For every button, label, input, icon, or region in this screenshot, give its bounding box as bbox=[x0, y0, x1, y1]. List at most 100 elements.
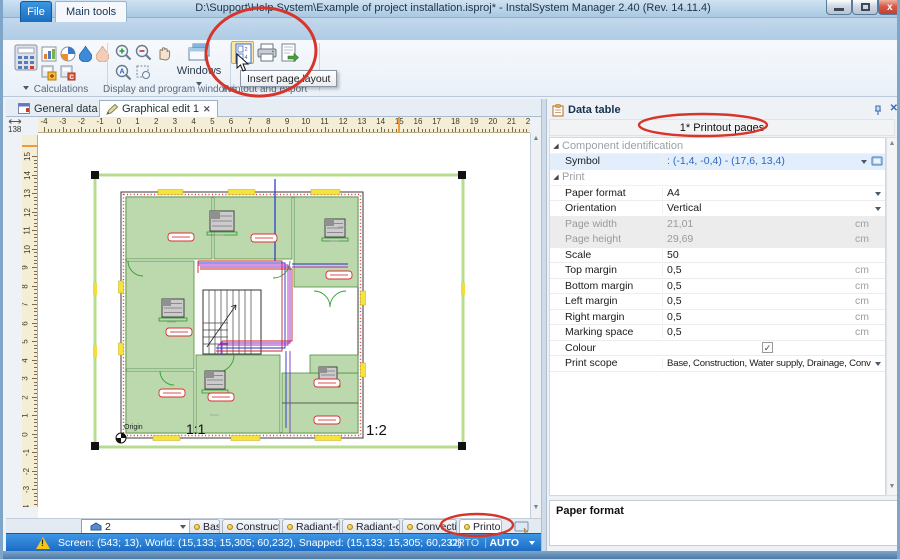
property-row-top-margin[interactable]: Top margin0,5cm bbox=[550, 263, 885, 279]
maximize-button[interactable] bbox=[852, 0, 878, 15]
vertical-ruler: 1514131211109876543210-1-2-3-4 bbox=[22, 135, 38, 507]
property-row-bottom-margin[interactable]: Bottom margin0,5cm bbox=[550, 279, 885, 295]
zoom-all-button[interactable]: A bbox=[115, 64, 132, 86]
staircase bbox=[203, 290, 261, 354]
group-label-display: Display and program windows bbox=[103, 84, 231, 95]
calculator-icon bbox=[13, 44, 39, 72]
water-drop-icon bbox=[79, 46, 92, 62]
ribbon: C Calculations bbox=[3, 40, 900, 97]
property-row-colour[interactable]: Colour✓ bbox=[550, 341, 885, 357]
origin-marker bbox=[116, 433, 126, 443]
screen-link-icon[interactable] bbox=[871, 156, 883, 166]
tab-file[interactable]: File bbox=[20, 1, 52, 22]
tab-main-tools[interactable]: Main tools bbox=[55, 1, 127, 22]
scroll-down-icon[interactable]: ▼ bbox=[531, 504, 541, 511]
pencil-icon bbox=[106, 104, 118, 115]
auto-toggle[interactable]: AUTO bbox=[489, 537, 519, 549]
orto-toggle[interactable]: ORTO bbox=[449, 537, 479, 549]
property-row-page-width: Page width21,01cm bbox=[550, 217, 885, 233]
zoom-selection-button[interactable] bbox=[135, 64, 152, 86]
pan-button[interactable] bbox=[155, 44, 172, 66]
status-bar: Screen: (543; 13), World: (15,133; 15,30… bbox=[6, 533, 541, 551]
windows-icon bbox=[187, 42, 211, 62]
print-button[interactable] bbox=[257, 43, 277, 67]
view-tab-convection[interactable]: Convection bbox=[402, 519, 457, 534]
calc-export-button[interactable]: C bbox=[60, 65, 76, 86]
view-tab-construction[interactable]: Construction bbox=[222, 519, 280, 534]
tab-graphical-edit-label: Graphical edit 1 bbox=[122, 103, 199, 115]
scroll-up-icon[interactable]: ▲ bbox=[887, 140, 897, 147]
zoom-in-icon bbox=[115, 44, 132, 61]
export-file-icon bbox=[280, 43, 299, 62]
view-tab-base[interactable]: Base bbox=[189, 519, 220, 534]
windows-menu-button[interactable]: Windows bbox=[175, 42, 223, 89]
calc-options-button[interactable] bbox=[41, 65, 57, 86]
water-supply-button[interactable] bbox=[79, 46, 92, 67]
close-button[interactable]: x bbox=[878, 0, 900, 15]
group-component-identification[interactable]: ◢Component identification bbox=[550, 138, 885, 154]
panel-close-icon[interactable]: ✕ bbox=[890, 103, 898, 114]
screen-preview-icon[interactable] bbox=[514, 521, 530, 533]
property-row-left-margin[interactable]: Left margin0,5cm bbox=[550, 294, 885, 310]
general-data-icon bbox=[18, 103, 30, 114]
chart-icon bbox=[41, 46, 57, 62]
group-print[interactable]: ◢Print bbox=[550, 170, 885, 186]
property-row-paper-format[interactable]: Paper formatA4 bbox=[550, 186, 885, 202]
drawing-canvas[interactable]: Origin 1:1 1:2 bbox=[38, 133, 530, 518]
layer-bulb-icon bbox=[347, 524, 353, 530]
zoom-in-button[interactable] bbox=[115, 44, 132, 66]
ruler-measure-icon bbox=[8, 118, 22, 125]
insert-page-layout-button[interactable]: 2 4 bbox=[231, 41, 254, 64]
svg-text:4: 4 bbox=[245, 55, 248, 61]
property-row-marking-space[interactable]: Marking space0,5cm bbox=[550, 325, 885, 341]
storey-icon bbox=[90, 522, 102, 531]
colour-checkbox[interactable]: ✓ bbox=[762, 342, 773, 353]
scale-label-1-2: 1:2 bbox=[366, 422, 387, 439]
svg-text:A: A bbox=[120, 69, 125, 76]
zoom-out-icon bbox=[135, 44, 152, 61]
status-coordinates: Screen: (543; 13), World: (15,133; 15,30… bbox=[58, 537, 462, 549]
canvas-vertical-scrollbar[interactable]: ▲ ▼ bbox=[530, 133, 541, 518]
document-tab-bar: General data Graphical edit 1 ✕ bbox=[6, 99, 541, 117]
storey-dropdown-icon bbox=[180, 525, 186, 529]
storey-selector[interactable]: 2 bbox=[81, 519, 191, 534]
scroll-down-icon[interactable]: ▼ bbox=[887, 483, 897, 490]
panel-header: Data table ✕ bbox=[547, 102, 900, 118]
minimize-button[interactable] bbox=[826, 0, 852, 15]
ruler-corner-value: 138 bbox=[8, 125, 21, 134]
data-table-panel: Data table ✕ 1* Printout pages ◢Componen… bbox=[547, 99, 900, 551]
tab-general-data-label: General data bbox=[34, 103, 98, 115]
tab-close-icon[interactable]: ✕ bbox=[203, 104, 211, 115]
view-tab-row: 2 Base Construction Radiant-flo... Radia… bbox=[6, 518, 541, 533]
window-frame-bottom bbox=[3, 551, 900, 559]
view-tab-radiant-floor[interactable]: Radiant-flo... bbox=[282, 519, 340, 534]
property-row-scale[interactable]: Scale50 bbox=[550, 248, 885, 264]
export-button[interactable] bbox=[280, 43, 299, 67]
property-row-print-scope[interactable]: Print scopeBase, Construction, Water sup… bbox=[550, 356, 885, 372]
property-description-box: Paper format bbox=[549, 500, 898, 546]
pin-icon[interactable] bbox=[873, 105, 883, 116]
view-tab-radiant-ceiling[interactable]: Radiant-cei... bbox=[342, 519, 400, 534]
panel-title: Data table bbox=[568, 104, 621, 116]
select-rect-icon bbox=[135, 64, 152, 81]
page-layout-icon: 2 4 bbox=[233, 43, 254, 64]
view-tab-printout[interactable]: Printout bbox=[459, 519, 502, 534]
status-dropdown-icon[interactable] bbox=[529, 541, 535, 545]
panel-scrollbar[interactable]: ▲ ▼ bbox=[886, 137, 898, 496]
property-row-orientation[interactable]: OrientationVertical bbox=[550, 201, 885, 217]
floor-plan: Origin 1:1 1:2 bbox=[38, 133, 530, 518]
layer-bulb-icon bbox=[194, 524, 200, 530]
property-row-symbol[interactable]: Symbol: (-1,4, -0,4) - (17,6, 13,4) bbox=[550, 154, 885, 170]
zoom-out-button[interactable] bbox=[135, 44, 152, 66]
tab-graphical-edit[interactable]: Graphical edit 1 ✕ bbox=[99, 100, 218, 117]
heat-load-button[interactable] bbox=[60, 46, 76, 67]
property-row-right-margin[interactable]: Right margin0,5cm bbox=[550, 310, 885, 326]
warning-icon bbox=[36, 537, 50, 549]
scroll-up-icon[interactable]: ▲ bbox=[531, 135, 541, 142]
storey-value: 2 bbox=[105, 521, 111, 533]
layer-bulb-icon bbox=[464, 524, 470, 530]
ruler-cursor-marker-v bbox=[22, 145, 38, 147]
tab-general-data[interactable]: General data bbox=[12, 100, 104, 117]
results-button[interactable] bbox=[41, 46, 57, 67]
windows-button-label: Windows bbox=[175, 65, 223, 77]
